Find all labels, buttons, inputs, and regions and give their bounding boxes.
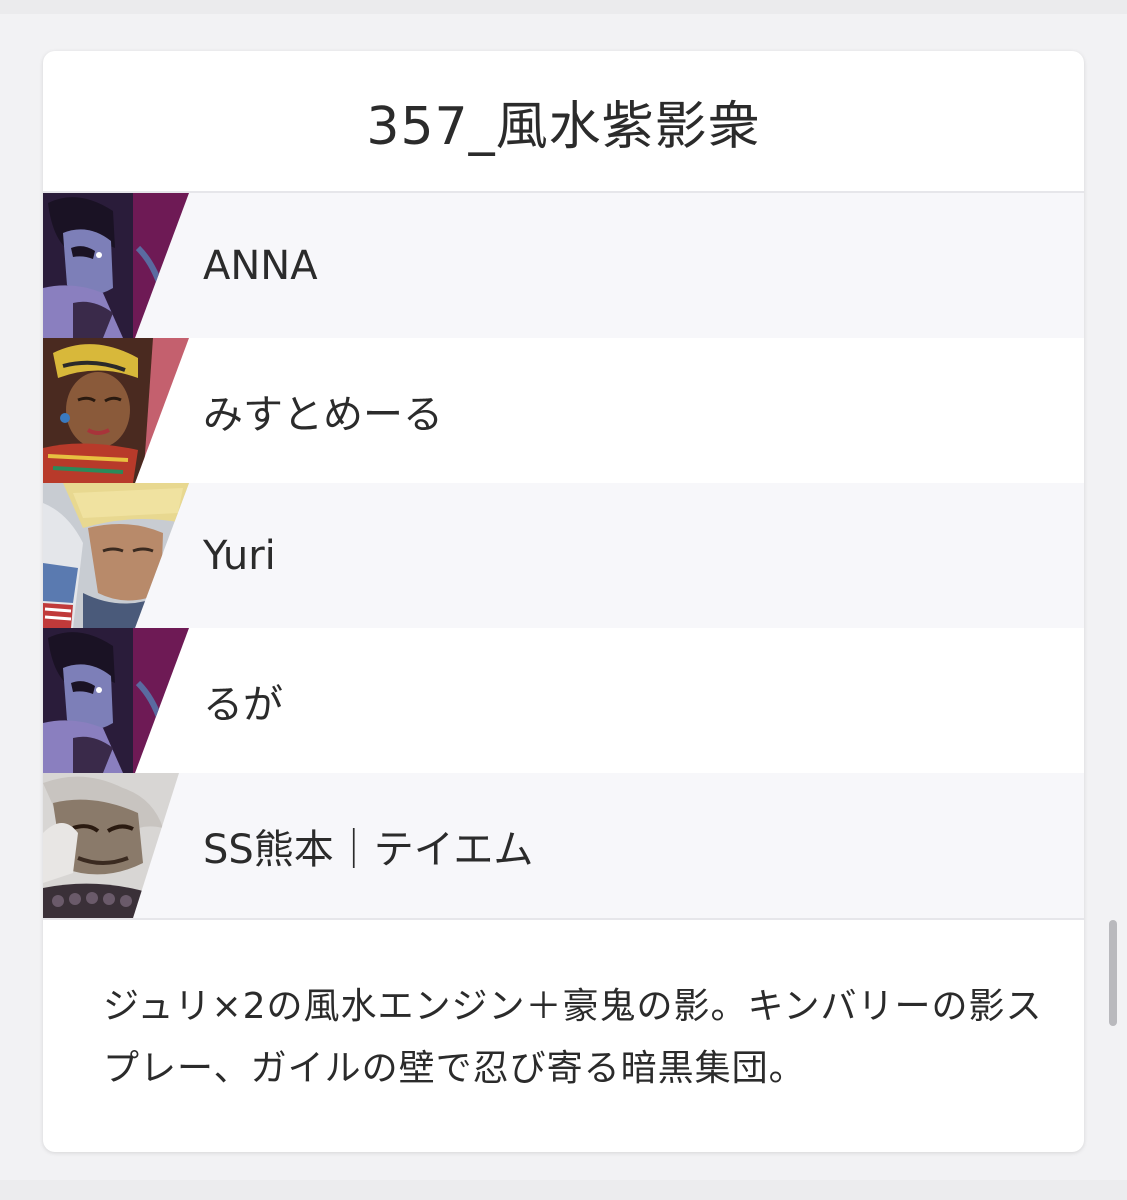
member-name: ANNA [203,242,318,289]
juri-portrait-icon [43,193,189,338]
top-background-strip [0,0,1127,14]
juri-portrait-icon [43,628,189,773]
member-row[interactable]: みすとめーる [43,338,1084,483]
team-description: ジュリ×2の風水エンジン＋豪鬼の影。キンバリーの影スプレー、ガイルの壁で忍び寄る… [103,986,1043,1089]
member-name: Yuri [203,532,276,579]
member-name: SS熊本｜テイエム [203,826,534,873]
member-list: ANNA みすとめーる Yuri るが SS熊本｜テイエム [43,193,1084,920]
kimberly-portrait-icon [43,338,189,483]
member-row[interactable]: るが [43,628,1084,773]
guile-portrait-icon [43,483,189,628]
member-row[interactable]: SS熊本｜テイエム [43,773,1084,920]
scrollbar-thumb[interactable] [1109,920,1117,1026]
akuma-portrait-icon [43,773,189,918]
team-card: 357_風水紫影衆 ANNA みすとめーる Yuri るが SS熊本｜テイエム … [43,51,1084,1152]
member-row[interactable]: ANNA [43,193,1084,338]
member-name: るが [203,681,283,728]
member-name: みすとめーる [203,391,443,438]
member-row[interactable]: Yuri [43,483,1084,628]
team-title: 357_風水紫影衆 [43,51,1084,193]
bottom-background-strip [0,1180,1127,1200]
